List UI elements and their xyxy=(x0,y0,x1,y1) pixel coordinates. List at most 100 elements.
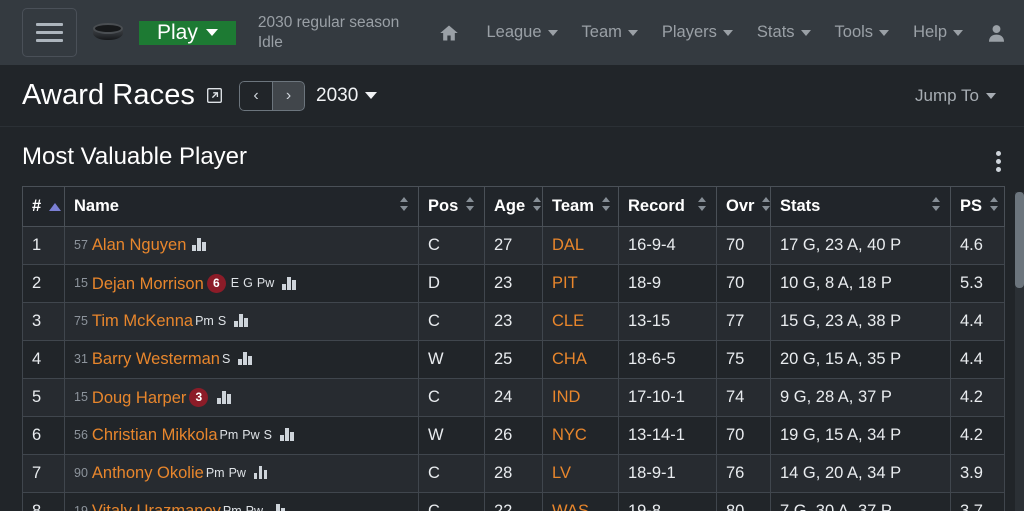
cell-record: 13-15 xyxy=(618,302,717,341)
player-name-link[interactable]: Vitaly Urazmanov xyxy=(92,502,221,511)
cell-ovr: 70 xyxy=(716,226,771,265)
team-abbrev-link[interactable]: LV xyxy=(552,464,571,482)
bar-chart-icon[interactable] xyxy=(253,466,268,479)
cell-stats: 15 G, 23 A, 38 P xyxy=(770,302,951,341)
bar-chart-icon[interactable] xyxy=(271,504,285,511)
season-status[interactable]: 2030 regular season Idle xyxy=(236,13,399,53)
nav-menu-players[interactable]: Players xyxy=(650,0,745,65)
cell-rank: 7 xyxy=(22,454,65,493)
team-abbrev-link[interactable]: WAS xyxy=(552,502,589,511)
cell-team: WAS xyxy=(542,492,619,511)
cell-record: 13-14-1 xyxy=(618,416,717,455)
jersey-number: 75 xyxy=(74,313,88,328)
bar-chart-icon[interactable] xyxy=(282,276,296,290)
table-row: 4 31 Barry Westerman S W 25 CHA 18-6-5 75 20 G, 1… xyxy=(22,340,1005,379)
page-scrollbar-thumb[interactable] xyxy=(1015,192,1024,288)
team-abbrev-link[interactable]: IND xyxy=(552,388,580,406)
player-skill-tag: Pm xyxy=(222,503,242,511)
hamburger-menu-icon[interactable] xyxy=(22,8,77,57)
column-header-name[interactable]: Name xyxy=(64,186,419,227)
sort-toggle-icon xyxy=(924,196,941,217)
previous-season-button[interactable]: ‹ xyxy=(239,80,273,111)
cell-team: LV xyxy=(542,454,619,493)
cell-pos: C xyxy=(418,226,485,265)
nav-menu-team[interactable]: Team xyxy=(570,0,650,65)
team-abbrev-link[interactable]: CLE xyxy=(552,312,584,330)
season-nav-button-group: ‹ › xyxy=(239,80,306,111)
navbar-right-group: League Team Players Stats Tools Help xyxy=(428,0,1024,65)
cell-record: 16-9-4 xyxy=(618,226,717,265)
nav-menu-tools[interactable]: Tools xyxy=(823,0,902,65)
bar-chart-icon[interactable] xyxy=(217,390,231,404)
table-row: 1 57 Alan Nguyen C 27 DAL 16-9-4 70 17 G, 23 A, … xyxy=(22,226,1005,265)
cell-ovr: 75 xyxy=(716,340,771,379)
cell-stats: 14 G, 20 A, 34 P xyxy=(770,454,951,493)
bar-chart-icon[interactable] xyxy=(280,428,294,441)
player-name-link[interactable]: Anthony Okolie xyxy=(92,464,204,482)
page-title: Award Races xyxy=(22,79,196,111)
cell-team: CHA xyxy=(542,340,619,379)
cell-team: DAL xyxy=(542,226,619,265)
bar-chart-icon[interactable] xyxy=(238,352,252,365)
cell-name: 75 Tim McKenna Pm S xyxy=(64,302,419,341)
team-abbrev-link[interactable]: DAL xyxy=(552,236,584,254)
cell-pos: D xyxy=(418,264,485,303)
player-name-link[interactable]: Alan Nguyen xyxy=(92,236,186,254)
user-icon[interactable] xyxy=(975,0,1010,65)
column-header-ovr[interactable]: Ovr xyxy=(716,186,771,227)
vertical-ellipsis-icon[interactable] xyxy=(991,147,1006,176)
nav-menu-team-label: Team xyxy=(581,23,622,41)
nav-menu-stats[interactable]: Stats xyxy=(745,0,823,65)
player-name-link[interactable]: Barry Westerman xyxy=(92,350,220,368)
player-name-link[interactable]: Doug Harper xyxy=(92,389,186,407)
cell-ps: 3.7 xyxy=(950,492,1005,511)
cell-pos: C xyxy=(418,492,485,511)
cell-age: 24 xyxy=(484,378,543,417)
player-name-link[interactable]: Tim McKenna xyxy=(92,312,193,330)
bar-chart-icon[interactable] xyxy=(234,314,248,327)
cell-name: 90 Anthony Okolie Pm Pw xyxy=(64,454,419,493)
player-name-link[interactable]: Christian Mikkola xyxy=(92,426,218,444)
cell-age: 28 xyxy=(484,454,543,493)
column-header-team[interactable]: Team xyxy=(542,186,619,227)
next-season-button[interactable]: › xyxy=(272,80,306,111)
sort-toggle-icon xyxy=(392,196,409,217)
column-header-ps-label: PS xyxy=(960,197,983,215)
table-header: # Name Pos Age Team Record Ovr Stats PS xyxy=(22,186,1005,227)
column-header-age[interactable]: Age xyxy=(484,186,543,227)
play-button[interactable]: Play xyxy=(139,20,236,45)
jersey-number: 31 xyxy=(74,351,88,366)
team-abbrev-link[interactable]: NYC xyxy=(552,426,587,444)
sort-toggle-icon xyxy=(754,196,771,217)
team-abbrev-link[interactable]: CHA xyxy=(552,350,587,368)
nav-menu-help-label: Help xyxy=(913,23,947,41)
cell-ovr: 70 xyxy=(716,264,771,303)
cell-record: 17-10-1 xyxy=(618,378,717,417)
hamburger-bar xyxy=(36,39,63,42)
column-header-rank[interactable]: # xyxy=(22,186,65,227)
column-header-rank-label: # xyxy=(32,197,42,215)
team-abbrev-link[interactable]: PIT xyxy=(552,274,578,292)
page-header: Award Races ‹ › 2030 Jump To xyxy=(0,65,1024,127)
external-link-icon[interactable] xyxy=(206,87,223,104)
sort-toggle-icon xyxy=(594,196,611,217)
nav-menu-help[interactable]: Help xyxy=(901,0,975,65)
column-header-stats[interactable]: Stats xyxy=(770,186,951,227)
hockey-puck-icon[interactable] xyxy=(77,0,139,65)
player-name-link[interactable]: Dejan Morrison xyxy=(92,275,204,293)
ellipsis-dot xyxy=(996,159,1001,164)
cell-pos: W xyxy=(418,416,485,455)
award-count-badge: 3 xyxy=(189,387,209,407)
column-header-record[interactable]: Record xyxy=(618,186,717,227)
column-header-ps[interactable]: PS xyxy=(950,186,1005,227)
chevron-down-icon xyxy=(800,29,811,36)
jump-to-dropdown[interactable]: Jump To xyxy=(915,86,1006,106)
page-scrollbar[interactable] xyxy=(1015,192,1024,511)
nav-menu-league[interactable]: League xyxy=(474,0,569,65)
bar-chart-icon[interactable] xyxy=(192,238,206,251)
column-header-pos[interactable]: Pos xyxy=(418,186,485,227)
sort-toggle-icon xyxy=(525,196,542,217)
season-year-dropdown[interactable]: 2030 xyxy=(316,85,378,107)
column-header-team-label: Team xyxy=(552,197,594,215)
home-icon[interactable] xyxy=(428,0,474,65)
